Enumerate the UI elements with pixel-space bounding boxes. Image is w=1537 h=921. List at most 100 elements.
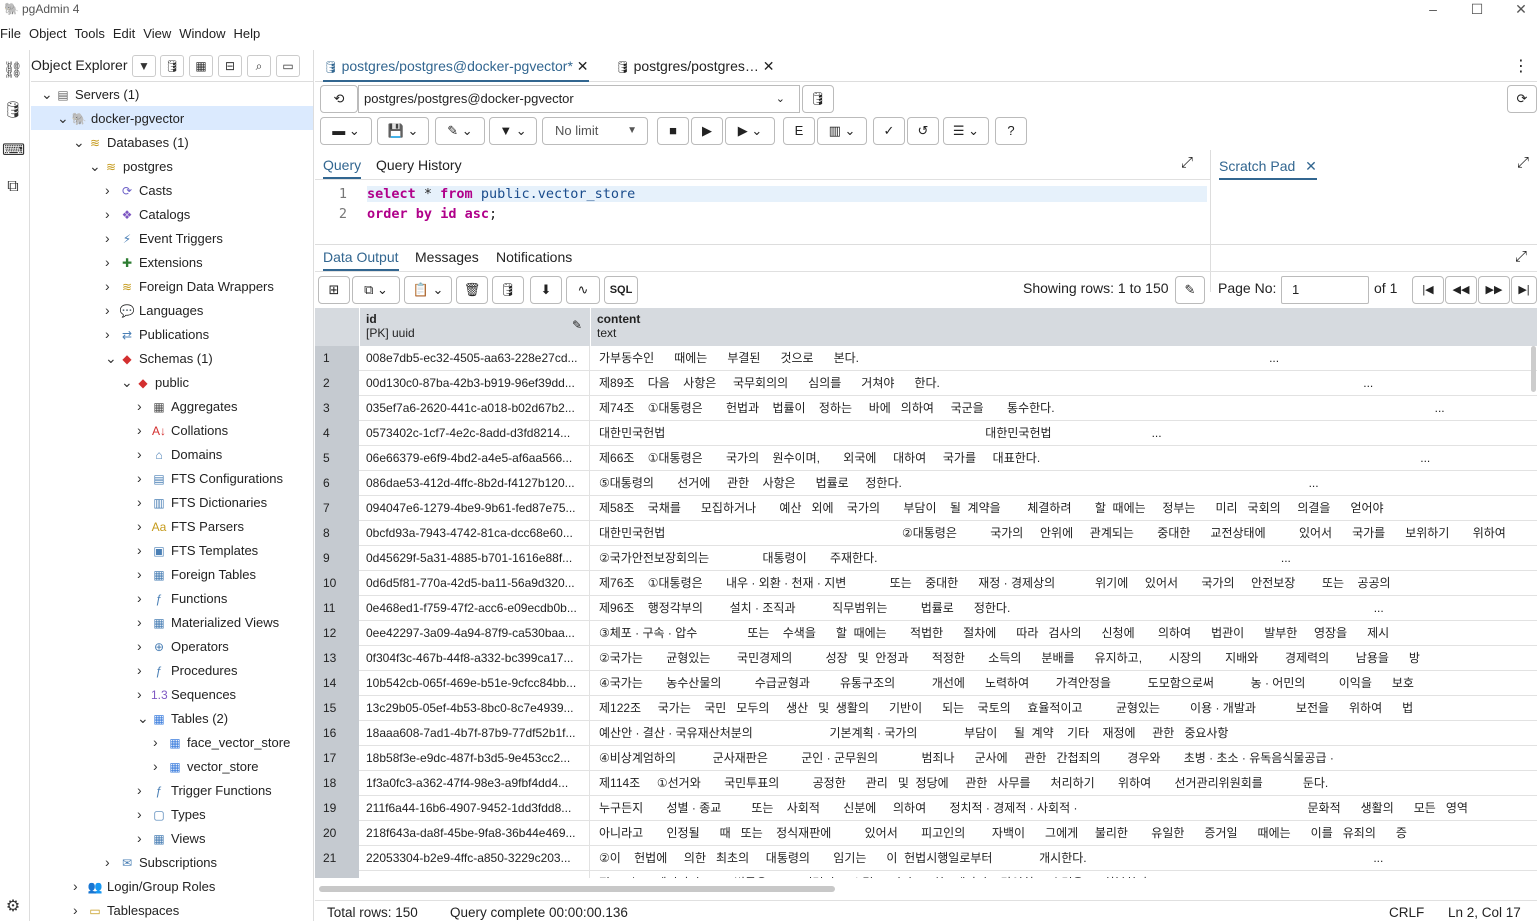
cell-id[interactable]: 0d45629f-5a31-4885-b701-1616e88f... bbox=[360, 546, 590, 571]
maximize-button[interactable]: ☐ bbox=[1454, 0, 1500, 20]
open-file-button[interactable]: ▬ ⌄ bbox=[320, 117, 372, 145]
output-tab-notifications[interactable]: Notifications bbox=[496, 243, 572, 271]
explain-icon[interactable]: E bbox=[783, 117, 815, 145]
cell-id[interactable]: 094047e6-1279-4be9-9b61-fed87e75... bbox=[360, 496, 590, 521]
connection-select[interactable]: postgres/postgres@docker-pgvector ⌄ bbox=[358, 85, 800, 113]
cell-content[interactable]: ②이 헌법에 의한 최초의 대통령의 임기는 이 헌법시행일로부터 개시한다. … bbox=[591, 846, 1537, 871]
menu-help[interactable]: Help bbox=[234, 24, 265, 41]
row-number[interactable]: 13 bbox=[315, 646, 359, 671]
tree-node-collations[interactable]: › A↓ Collations bbox=[31, 418, 313, 442]
tree-node-event-triggers[interactable]: › ⚡ Event Triggers bbox=[31, 226, 313, 250]
commit-icon[interactable]: ✓ bbox=[873, 117, 905, 145]
tree-node-fts-templates[interactable]: › ▣ FTS Templates bbox=[31, 538, 313, 562]
table-row[interactable]: 11 0e468ed1-f759-47f2-acc6-e09ecdb0b... 제9… bbox=[315, 596, 1537, 621]
cell-id[interactable]: 13c29b05-05ef-4b53-8bc0-8c7e4939... bbox=[360, 696, 590, 721]
close-icon[interactable]: ✕ bbox=[1305, 158, 1317, 174]
menu-object[interactable]: Object bbox=[29, 24, 71, 41]
menu-file[interactable]: File bbox=[0, 24, 25, 41]
table-row[interactable]: 3 035ef7a6-2620-441c-a018-b02d67b2... 제74조… bbox=[315, 396, 1537, 421]
first-page-icon[interactable]: |◀ bbox=[1412, 276, 1444, 304]
chevron-right-icon[interactable]: › bbox=[137, 394, 151, 418]
cell-id[interactable]: 22568fb2-416f-450e-8d3b-7227e878... bbox=[360, 871, 590, 878]
page-number-input[interactable]: 1 bbox=[1281, 276, 1369, 304]
cell-id[interactable]: 10b542cb-065f-469e-b51e-9cfcc84bb... bbox=[360, 671, 590, 696]
cell-content[interactable]: ⑤대통령의 선거에 관한 사항은 법률로 정한다. ... bbox=[591, 471, 1537, 496]
row-number[interactable]: 3 bbox=[315, 396, 359, 421]
row-number[interactable]: 14 bbox=[315, 671, 359, 696]
graph-visualiser-icon[interactable]: ∿ bbox=[566, 276, 600, 304]
menu-tools[interactable]: Tools bbox=[75, 24, 109, 41]
row-number[interactable]: 2 bbox=[315, 371, 359, 396]
tree-node-procedures[interactable]: › ƒ Procedures bbox=[31, 658, 313, 682]
tree-node-materialized-views[interactable]: › ▦ Materialized Views bbox=[31, 610, 313, 634]
tree-node-publications[interactable]: › ⇄ Publications bbox=[31, 322, 313, 346]
column-header-content[interactable]: content text bbox=[591, 308, 1537, 346]
view-data-icon[interactable]: ▦ bbox=[189, 55, 213, 77]
table-row[interactable]: 21 22053304-b2e9-4ffc-a850-3229c203... ②이 … bbox=[315, 846, 1537, 871]
row-number[interactable]: 7 bbox=[315, 496, 359, 521]
row-number[interactable]: 5 bbox=[315, 446, 359, 471]
copy-icon[interactable]: ⧉ ⌄ bbox=[352, 276, 400, 304]
tree-node-login-group-roles[interactable]: › 👥 Login/Group Roles bbox=[31, 874, 313, 898]
tree-node-fts-configurations[interactable]: › ▤ FTS Configurations bbox=[31, 466, 313, 490]
tree-node-catalogs[interactable]: › ❖ Catalogs bbox=[31, 202, 313, 226]
tree-node-tablespaces[interactable]: › ▭ Tablespaces bbox=[31, 898, 313, 921]
tree-node-public[interactable]: ⌄ ◆ public bbox=[31, 370, 313, 394]
table-row[interactable]: 7 094047e6-1279-4be9-9b61-fed87e75... 제58조… bbox=[315, 496, 1537, 521]
expand-scratch-pad-icon[interactable]: ⤢ bbox=[1517, 154, 1529, 171]
table-row[interactable]: 13 0f304f3c-467b-44f8-a332-bc399ca17... ②국… bbox=[315, 646, 1537, 671]
editor-tab-1[interactable]: 🛢 postgres/postgres@docker-pgvector* ✕ bbox=[323, 50, 589, 82]
cell-id[interactable]: 0f304f3c-467b-44f8-a332-bc399ca17... bbox=[360, 646, 590, 671]
row-number[interactable]: 1 bbox=[315, 346, 359, 371]
cell-content[interactable]: 제58조 국채를 모집하거나 예산 외에 국가의 부담이 될 계약을 체결하려 … bbox=[591, 496, 1537, 521]
limit-select[interactable]: No limit ▼ bbox=[542, 117, 648, 145]
chevron-down-icon[interactable]: ⌄ bbox=[105, 346, 119, 370]
output-tab-data-output[interactable]: Data Output bbox=[323, 243, 399, 271]
save-file-button[interactable]: 💾 ⌄ bbox=[377, 117, 429, 145]
cell-id[interactable]: 008e7db5-ec32-4505-aa63-228e27cd... bbox=[360, 346, 590, 371]
database-tool-icon[interactable]: 🛢 bbox=[2, 100, 24, 122]
tree-node-types[interactable]: › ▢ Types bbox=[31, 802, 313, 826]
expand-query-icon[interactable]: ⤢ bbox=[1181, 154, 1193, 171]
sql-button[interactable]: SQL bbox=[604, 276, 638, 304]
row-number[interactable]: 9 bbox=[315, 546, 359, 571]
cell-content[interactable]: 대한민국헌법 대한민국헌법 ... bbox=[591, 421, 1537, 446]
query-tool-icon[interactable]: 🛢 bbox=[160, 55, 184, 77]
cell-content[interactable]: 가부동수인 때에는 부결된 것으로 본다. ... bbox=[591, 346, 1537, 371]
cell-id[interactable]: 218f643a-da8f-45be-9fa8-36b44e469... bbox=[360, 821, 590, 846]
execute-icon[interactable]: ▶ bbox=[691, 117, 723, 145]
explain-analyze-icon[interactable]: ▥ ⌄ bbox=[817, 117, 867, 145]
sql-editor[interactable]: 1 select * from public.vector_store 2 order… bbox=[315, 182, 1210, 242]
cell-content[interactable]: 제122조 국가는 국민 모두의 생산 및 생활의 기반이 되는 국토의 효율적… bbox=[591, 696, 1537, 721]
save-data-icon[interactable]: 🛢 bbox=[492, 276, 524, 304]
chevron-right-icon[interactable]: › bbox=[153, 730, 167, 754]
chevron-right-icon[interactable]: › bbox=[73, 898, 87, 921]
tree-node-casts[interactable]: › ⟳ Casts bbox=[31, 178, 313, 202]
tree-node-foreign-data-wrappers[interactable]: › ≋ Foreign Data Wrappers bbox=[31, 274, 313, 298]
tree-node-vector-store[interactable]: › ▦ vector_store bbox=[31, 754, 313, 778]
tree-node-fts-dictionaries[interactable]: › ▥ FTS Dictionaries bbox=[31, 490, 313, 514]
chevron-right-icon[interactable]: › bbox=[137, 610, 151, 634]
chevron-down-icon[interactable]: ⌄ bbox=[41, 82, 55, 106]
edit-button[interactable]: ✎ ⌄ bbox=[435, 117, 485, 145]
menu-view[interactable]: View bbox=[143, 24, 175, 41]
chevron-right-icon[interactable]: › bbox=[105, 322, 119, 346]
cell-id[interactable]: 211f6a44-16b6-4907-9452-1dd3fdd8... bbox=[360, 796, 590, 821]
search-icon[interactable]: ⌕ bbox=[247, 55, 271, 77]
cell-content[interactable]: ④국가는 농수산물의 수급균형과 유통구조의 개선에 노력하여 가격안정을 도모… bbox=[591, 671, 1537, 696]
scratch-pad-tab[interactable]: Scratch Pad ✕ bbox=[1219, 152, 1317, 180]
chevron-right-icon[interactable]: › bbox=[105, 202, 119, 226]
cell-content[interactable]: ③체포 · 구속 · 압수 또는 수색을 할 때에는 적법한 절차에 따라 검사… bbox=[591, 621, 1537, 646]
tree-node-face-vector-store[interactable]: › ▦ face_vector_store bbox=[31, 730, 313, 754]
expand-output-icon[interactable]: ⤢ bbox=[1515, 248, 1527, 265]
delete-icon[interactable]: 🗑 bbox=[456, 276, 488, 304]
tree-node-foreign-tables[interactable]: › ▦ Foreign Tables bbox=[31, 562, 313, 586]
chevron-right-icon[interactable]: › bbox=[137, 490, 151, 514]
chevron-right-icon[interactable]: › bbox=[137, 634, 151, 658]
row-number[interactable]: 18 bbox=[315, 771, 359, 796]
cell-content[interactable]: 예산안 · 결산 · 국유재산처분의 기본계획 · 국가의 부담이 될 계약 기… bbox=[591, 721, 1537, 746]
cell-content[interactable]: 제96조 행정각부의 설치 · 조직과 직무범위는 법률로 정한다. ... bbox=[591, 596, 1537, 621]
row-number[interactable]: 4 bbox=[315, 421, 359, 446]
cell-id[interactable]: 0573402c-1cf7-4e2c-8add-d3fd8214... bbox=[360, 421, 590, 446]
cell-content[interactable]: 접 또는 제지되어도 법률은 그 면력이 소멸 어지 모치 때까지 당연히 효력… bbox=[591, 871, 1537, 878]
